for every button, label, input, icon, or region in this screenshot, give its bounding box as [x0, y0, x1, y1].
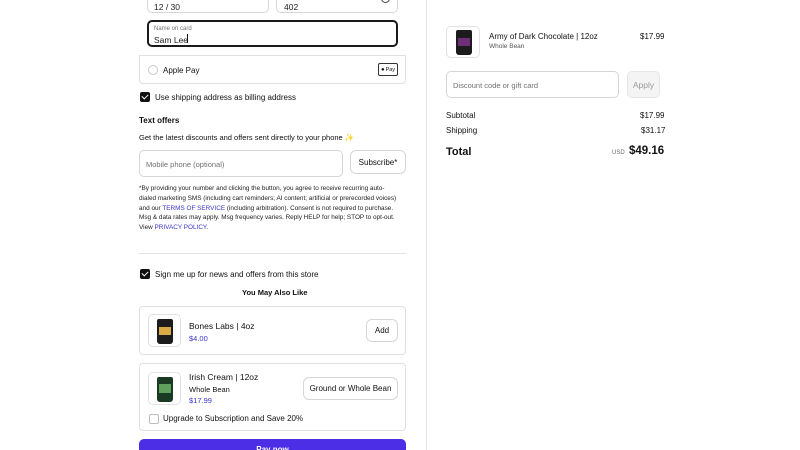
total-currency: USD [612, 150, 625, 156]
security-code-value: 402 [284, 2, 299, 12]
upsell-heading: You May Also Like [242, 288, 308, 297]
shipping-label: Shipping [446, 126, 478, 135]
product-price: $17.99 [189, 396, 212, 405]
use-shipping-label: Use shipping address as billing address [155, 93, 296, 102]
apple-pay-label: Apple Pay [163, 66, 200, 75]
subtotal-value: $17.99 [640, 111, 665, 120]
mobile-phone-field[interactable]: Mobile phone (optional) [139, 150, 343, 177]
name-on-card-label: Name on card [154, 26, 192, 32]
name-on-card-field[interactable]: Name on card Sam Lee [147, 20, 398, 47]
text-offers-heading: Text offers [139, 116, 180, 125]
expiry-field[interactable]: 12 / 30 [147, 0, 269, 13]
newsletter-checkbox[interactable] [140, 269, 150, 279]
cart-item-thumbnail [446, 26, 480, 58]
mobile-phone-placeholder: Mobile phone (optional) [146, 160, 225, 169]
apple-pay-badge: ● Pay [378, 63, 398, 76]
subscription-checkbox[interactable] [149, 414, 159, 424]
newsletter-label: Sign me up for news and offers from this… [155, 270, 319, 279]
order-summary: Army of Dark Chocolate | 12oz Whole Bean… [427, 0, 800, 450]
shipping-value: $31.17 [641, 126, 666, 135]
pay-now-button[interactable]: Pay now [139, 439, 406, 450]
expiry-value: 12 / 30 [154, 2, 180, 12]
name-on-card-value: Sam Lee [154, 35, 189, 45]
apple-pay-option[interactable]: Apple Pay ● Pay [139, 55, 406, 84]
apple-pay-radio[interactable] [148, 65, 158, 75]
security-code-field[interactable]: 402 [276, 0, 398, 13]
subscribe-button[interactable]: Subscribe* [350, 150, 406, 174]
section-divider [139, 253, 406, 254]
privacy-policy-link[interactable]: PRIVACY POLICY [155, 224, 207, 231]
discount-code-placeholder: Discount code or gift card [453, 81, 539, 90]
upsell-card: Bones Labs | 4oz $4.00 Add [139, 306, 406, 355]
help-circle-icon[interactable] [381, 0, 390, 3]
total-value: $49.16 [629, 145, 665, 157]
cart-item-price: $17.99 [640, 32, 665, 41]
use-shipping-checkbox[interactable] [140, 92, 150, 102]
product-price: $4.00 [189, 334, 208, 343]
subscription-label: Upgrade to Subscription and Save 20% [163, 414, 304, 423]
product-thumbnail [148, 314, 181, 347]
checkout-form: 12 / 30 402 Name on card Sam Lee Apple P… [0, 0, 427, 450]
total-label: Total [446, 146, 472, 158]
product-name: Irish Cream | 12oz [189, 372, 259, 382]
discount-code-field[interactable]: Discount code or gift card [446, 71, 619, 98]
upsell-card: Irish Cream | 12oz Whole Bean $17.99 Gro… [139, 363, 406, 431]
text-offers-subheading: Get the latest discounts and offers sent… [139, 133, 355, 142]
cart-item-name: Army of Dark Chocolate | 12oz [489, 32, 598, 41]
product-variant: Whole Bean [189, 385, 230, 394]
ground-or-whole-bean-button[interactable]: Ground or Whole Bean [303, 377, 398, 400]
apple-icon: ● [380, 66, 385, 73]
apply-button[interactable]: Apply [627, 71, 660, 98]
cart-item-variant: Whole Bean [489, 43, 525, 50]
terms-of-service-link[interactable]: TERMS OF SERVICE [162, 205, 225, 212]
product-thumbnail [148, 372, 181, 405]
sms-disclaimer: *By providing your number and clicking t… [139, 185, 397, 232]
text-cursor [187, 34, 188, 43]
subtotal-label: Subtotal [446, 111, 476, 120]
add-button[interactable]: Add [366, 319, 398, 342]
product-name: Bones Labs | 4oz [189, 321, 255, 331]
